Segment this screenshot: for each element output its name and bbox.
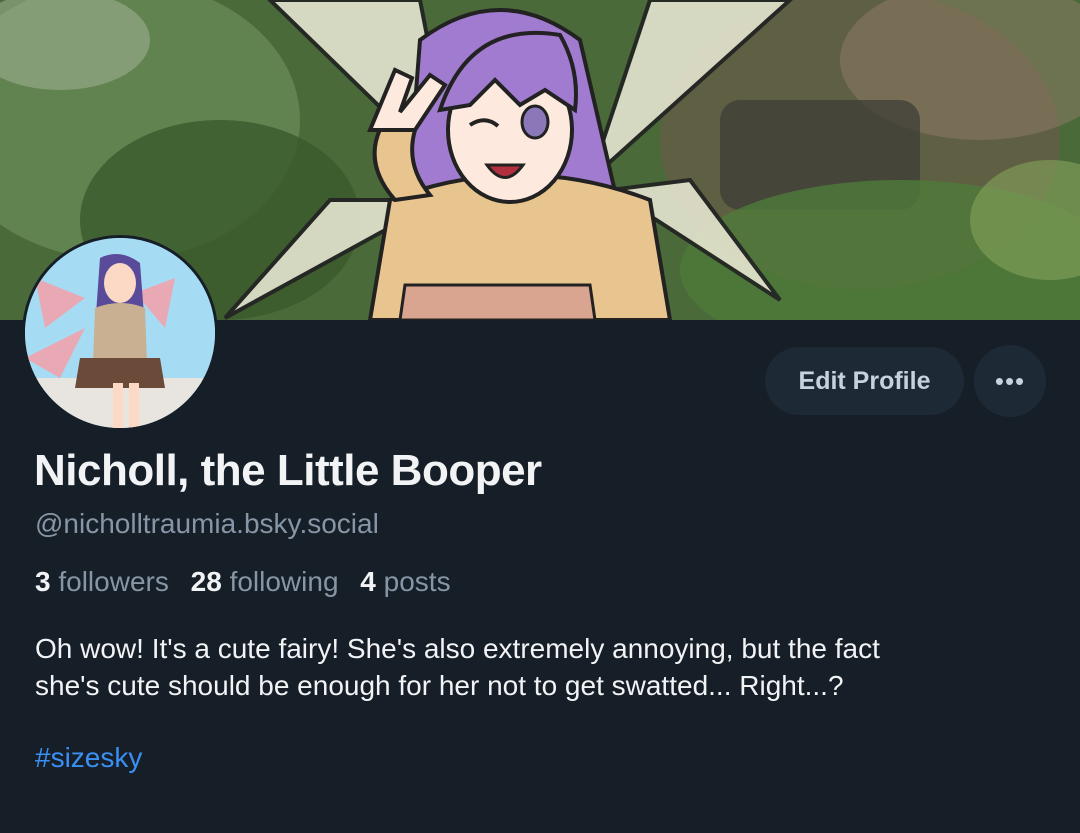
followers-count: 3: [35, 566, 51, 597]
display-name: Nicholl, the Little Booper: [34, 446, 542, 495]
hashtag-link[interactable]: #sizesky: [35, 742, 142, 774]
followers-label: followers: [58, 566, 169, 597]
followers-link[interactable]: 3 followers: [35, 566, 169, 597]
following-label: following: [229, 566, 339, 597]
more-options-button[interactable]: •••: [974, 345, 1046, 417]
posts-stat: 4 posts: [360, 566, 450, 597]
edit-profile-button[interactable]: Edit Profile: [765, 347, 964, 415]
profile-stats: 3 followers 28 following 4 posts: [35, 566, 465, 598]
bio-line: Oh wow! It's a cute fairy! She's also ex…: [35, 633, 880, 664]
avatar-image: [25, 238, 215, 428]
profile-handle: @nicholltraumia.bsky.social: [35, 508, 379, 539]
avatar[interactable]: [22, 235, 218, 431]
bio-line: she's cute should be enough for her not …: [35, 670, 844, 701]
posts-label: posts: [383, 566, 451, 597]
posts-count: 4: [360, 566, 376, 597]
profile-bio: Oh wow! It's a cute fairy! She's also ex…: [35, 630, 1045, 704]
following-link[interactable]: 28 following: [191, 566, 339, 597]
more-horizontal-icon: •••: [994, 365, 1026, 396]
following-count: 28: [190, 566, 222, 597]
